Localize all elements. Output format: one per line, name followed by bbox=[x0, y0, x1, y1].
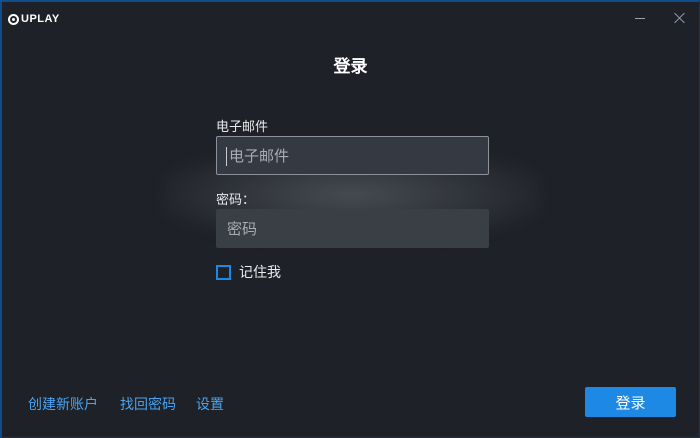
remember-me-checkbox[interactable] bbox=[216, 264, 231, 280]
recover-password-link[interactable]: 找回密码 bbox=[120, 394, 176, 414]
remember-me-label: 记住我 bbox=[239, 265, 281, 281]
settings-link[interactable]: 设置 bbox=[196, 394, 224, 414]
remember-me-toggle[interactable]: 记住我 bbox=[216, 262, 281, 282]
uplay-logo-icon bbox=[8, 13, 19, 25]
text-caret bbox=[226, 147, 227, 166]
password-placeholder: 密码 bbox=[227, 220, 258, 238]
title-bar[interactable]: UPLAY bbox=[2, 2, 699, 34]
minimize-icon bbox=[635, 17, 645, 19]
password-label: 密码： bbox=[216, 193, 256, 208]
login-button[interactable]: 登录 bbox=[585, 387, 676, 417]
password-field[interactable]: 密码 bbox=[216, 209, 489, 248]
page-title: 登录 bbox=[333, 57, 368, 77]
create-account-link[interactable]: 创建新账户 bbox=[28, 394, 98, 414]
close-button[interactable] bbox=[670, 8, 690, 28]
email-field[interactable]: 电子邮件 bbox=[216, 136, 489, 175]
close-icon bbox=[674, 12, 686, 24]
app-logo-text: UPLAY bbox=[21, 13, 60, 25]
email-label: 电子邮件 bbox=[216, 120, 269, 135]
login-window: UPLAY 登录 电子邮件 电子邮件 密码： 密码 记住我 创建新账户 找回密码… bbox=[0, 0, 700, 438]
email-placeholder: 电子邮件 bbox=[229, 147, 290, 165]
app-logo: UPLAY bbox=[8, 11, 60, 27]
minimize-button[interactable] bbox=[630, 8, 650, 28]
